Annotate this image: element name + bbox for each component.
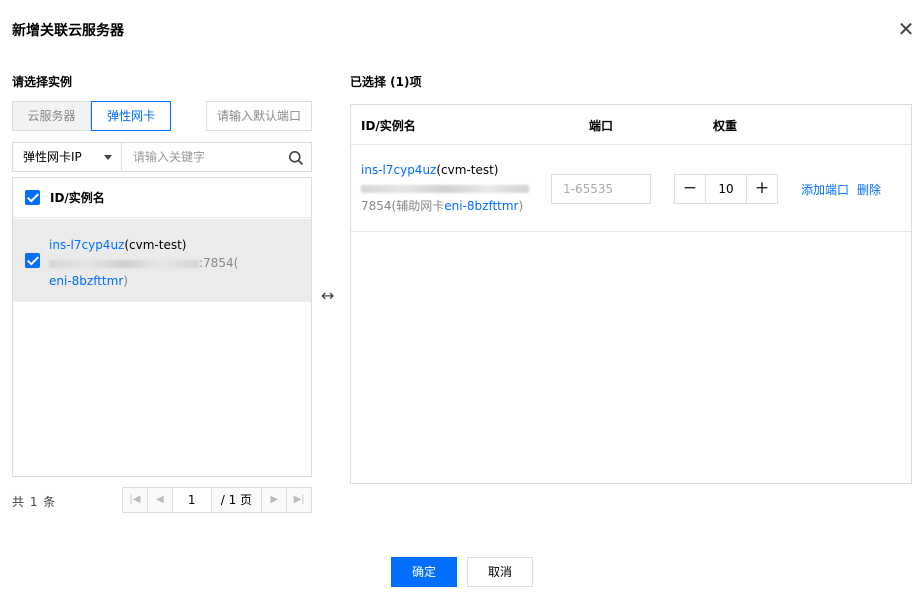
weight-value[interactable]: 10 [705,175,747,203]
header-instance: ID/实例名 [361,119,416,133]
instance-id-link[interactable]: ins-l7cyp4uz [49,238,124,252]
confirm-button[interactable]: 确定 [391,557,457,587]
close-icon[interactable]: ✕ [897,19,915,39]
row-info: ins-l7cyp4uz(cvm-test) :7854( eni-8bzftt… [49,236,269,290]
minus-icon[interactable]: − [675,175,705,203]
instance-name: (cvm-test) [124,238,187,252]
first-page-icon[interactable]: |◀ [123,488,148,512]
port-input[interactable]: 1-65535 [551,174,651,204]
table-row: ins-l7cyp4uz(cvm-test) 7854(辅助网卡eni-8bzf… [351,146,911,232]
instance-list: ID/实例名 ins-l7cyp4uz(cvm-test) :7854( eni… [12,177,312,477]
cancel-button[interactable]: 取消 [467,557,533,587]
search-placeholder: 请输入关键字 [133,150,206,164]
list-header: ID/实例名 [13,178,311,218]
list-header-label: ID/实例名 [50,191,105,205]
address-suffix: 7854(辅助网卡 [361,199,445,213]
total-count: 共 1 条 [12,495,57,509]
selected-row-info: ins-l7cyp4uz(cvm-test) 7854(辅助网卡eni-8bzf… [361,161,541,215]
filter-select-label: 弹性网卡IP [23,150,82,164]
eni-close: ) [518,199,524,213]
instance-id-link[interactable]: ins-l7cyp4uz [361,163,436,177]
page-input[interactable]: 1 [172,488,212,512]
search-input[interactable]: 请输入关键字 [121,142,312,172]
right-section-title: 已选择 (1)项 [350,75,422,89]
filter-select[interactable]: 弹性网卡IP [12,142,122,172]
redacted-address [49,259,199,268]
page-total: / 1 页 [220,493,253,507]
address-suffix: :7854( [199,256,239,270]
selected-table-header: ID/实例名 端口 权重 [351,105,911,145]
next-page-icon[interactable]: ▶ [261,488,286,512]
add-port-link[interactable]: 添加端口 [801,181,849,198]
list-item[interactable]: ins-l7cyp4uz(cvm-test) :7854( eni-8bzftt… [13,219,311,302]
transfer-arrows-icon: ↔ [321,286,335,305]
tab-cloud-server[interactable]: 云服务器 [12,101,91,131]
delete-link[interactable]: 删除 [857,181,881,198]
eni-id-link[interactable]: eni-8bzfttmr [49,274,123,288]
left-section-title: 请选择实例 [12,75,73,89]
eni-close: ) [123,274,128,288]
prev-page-icon[interactable]: ◀ [148,488,173,512]
redacted-address [361,184,529,193]
chevron-down-icon [104,155,112,160]
weight-stepper: − 10 + [674,174,778,204]
header-weight: 权重 [713,119,738,133]
row-checkbox[interactable] [25,253,40,268]
header-port: 端口 [589,119,614,133]
eni-id-link[interactable]: eni-8bzfttmr [444,199,518,213]
instance-name: (cvm-test) [436,163,499,177]
last-page-icon[interactable]: ▶| [286,488,311,512]
selected-panel: ID/实例名 端口 权重 ins-l7cyp4uz(cvm-test) 7854… [350,104,912,484]
default-port-input[interactable]: 请输入默认端口 [206,101,312,131]
tab-eni[interactable]: 弹性网卡 [91,101,171,131]
select-all-checkbox[interactable] [25,190,40,205]
plus-icon[interactable]: + [747,175,777,203]
pagination: |◀ ◀ 1 / 1 页 ▶ ▶| [122,487,312,513]
search-icon[interactable] [288,150,304,166]
dialog-title: 新增关联云服务器 [12,23,124,39]
